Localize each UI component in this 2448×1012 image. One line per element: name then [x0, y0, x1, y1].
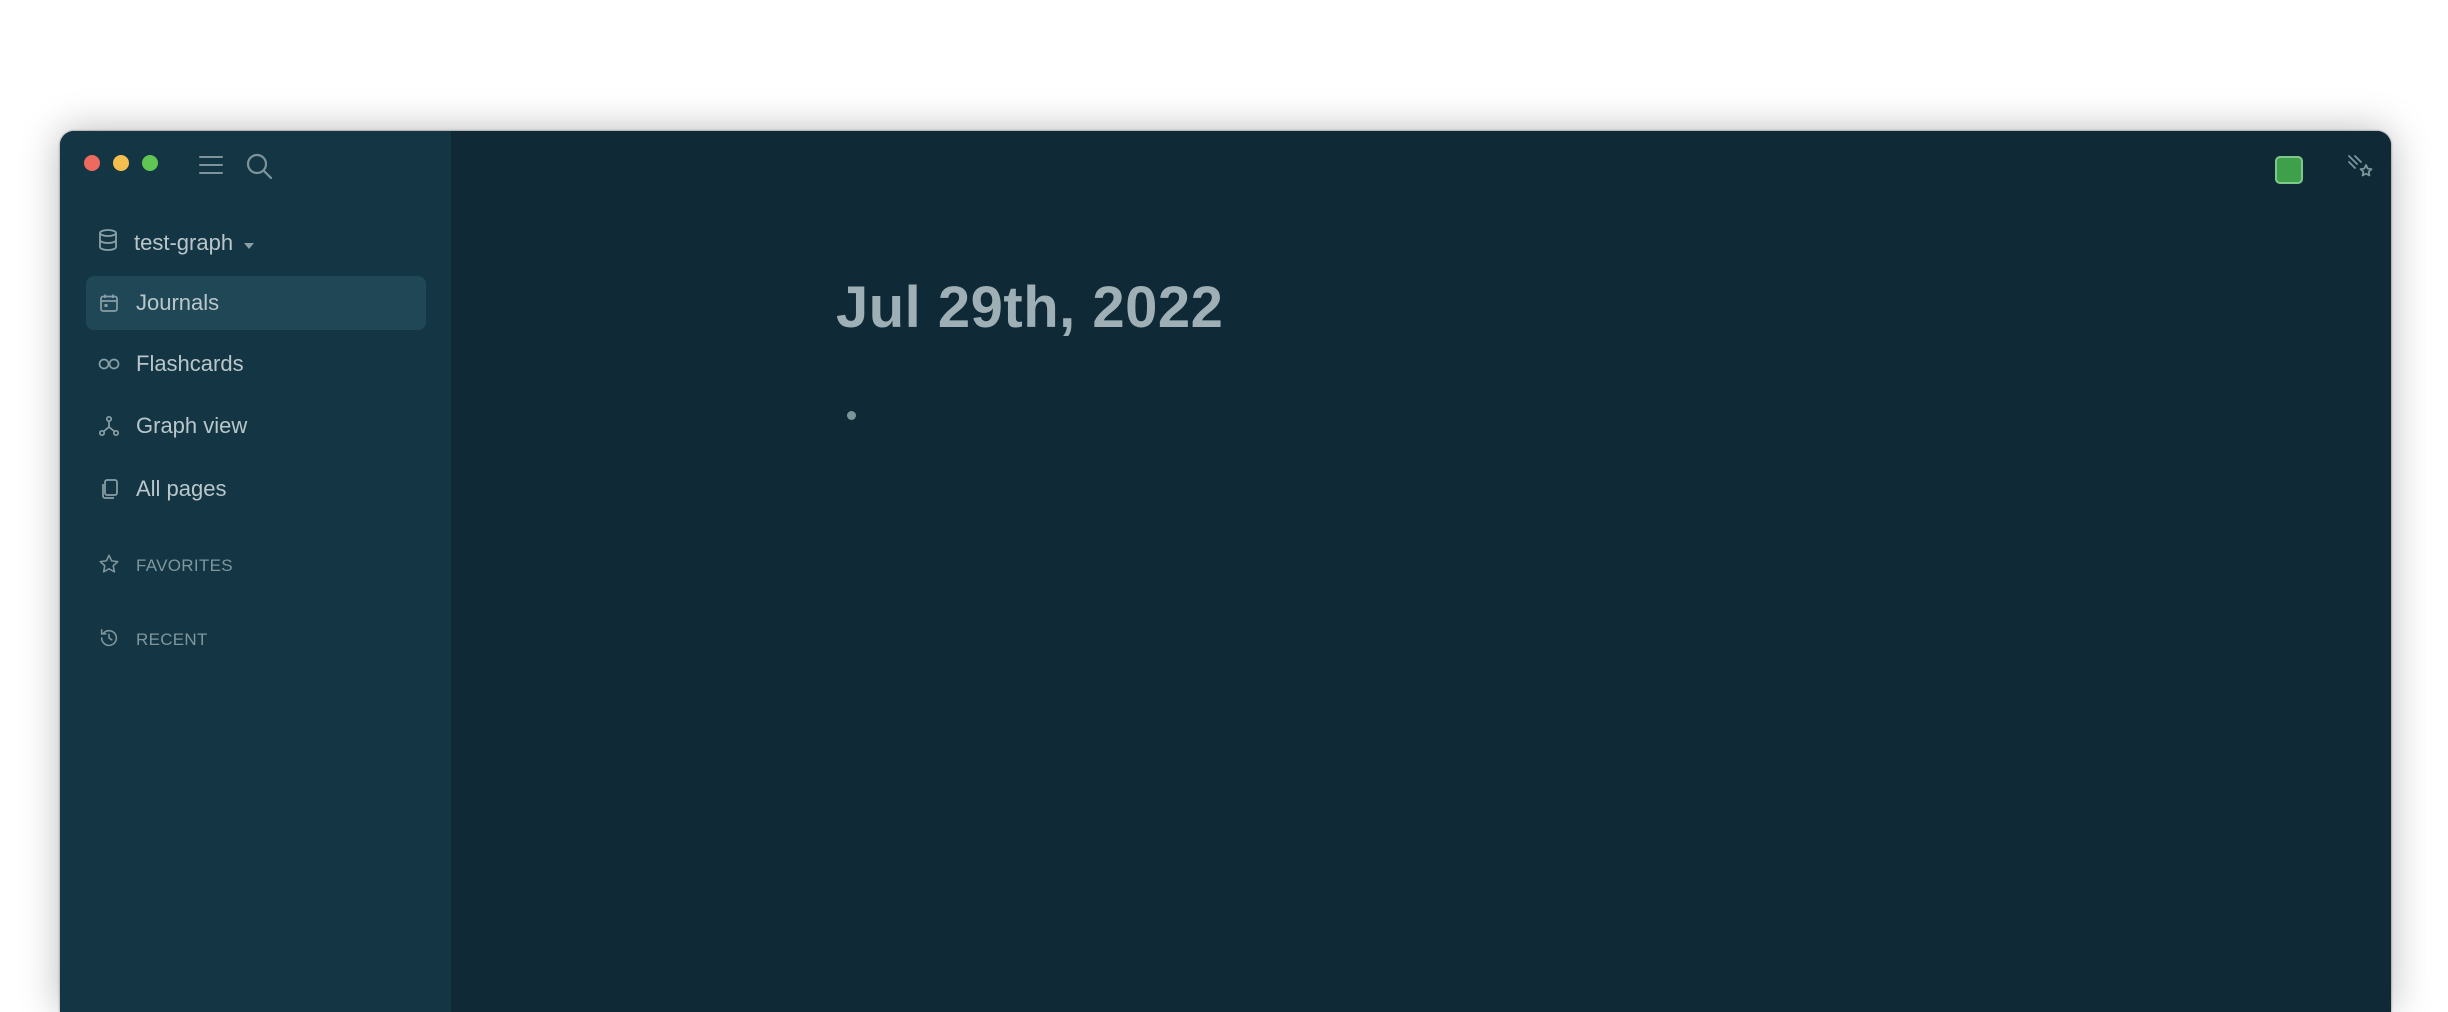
caret-down-icon	[243, 230, 255, 256]
block-bullet[interactable]	[847, 411, 856, 420]
sidebar-item-label: Flashcards	[136, 351, 244, 376]
infinity-icon	[98, 353, 120, 375]
app-window: test-graph Journals Flashcards Graph vie…	[60, 131, 2391, 1012]
repo-name: test-graph	[134, 230, 234, 255]
search-icon[interactable]	[244, 151, 274, 181]
graph-icon	[98, 415, 120, 437]
repo-selector[interactable]: test-graph	[98, 227, 255, 259]
sidebar-item-flashcards[interactable]: Flashcards	[86, 337, 426, 391]
favorites-label: FAVORITES	[136, 556, 233, 575]
favorites-section-header[interactable]: FAVORITES	[98, 551, 233, 581]
menu-icon[interactable]	[196, 152, 226, 178]
database-icon	[98, 229, 118, 257]
main-content: Jul 29th, 2022	[451, 131, 2391, 1012]
calendar-icon	[98, 292, 120, 314]
sidebar-item-label: All pages	[136, 476, 227, 501]
sidebar-item-journals[interactable]: Journals	[86, 276, 426, 330]
shooting-star-icon[interactable]	[2345, 152, 2377, 184]
recent-label: RECENT	[136, 630, 208, 649]
left-sidebar: test-graph Journals Flashcards Graph vie…	[60, 131, 451, 1012]
sidebar-item-label: Journals	[136, 290, 220, 315]
star-icon	[98, 553, 120, 580]
recent-section-header[interactable]: RECENT	[98, 625, 208, 655]
sync-status-icon[interactable]	[2275, 156, 2303, 184]
sidebar-item-label: Graph view	[136, 413, 248, 438]
window-maximize-button[interactable]	[142, 155, 158, 171]
window-minimize-button[interactable]	[113, 155, 129, 171]
sidebar-item-all-pages[interactable]: All pages	[86, 462, 426, 516]
sidebar-item-graph-view[interactable]: Graph view	[86, 399, 426, 453]
pages-icon	[98, 478, 120, 500]
window-close-button[interactable]	[84, 155, 100, 171]
history-icon	[98, 627, 120, 654]
journal-page-title[interactable]: Jul 29th, 2022	[836, 274, 1223, 341]
